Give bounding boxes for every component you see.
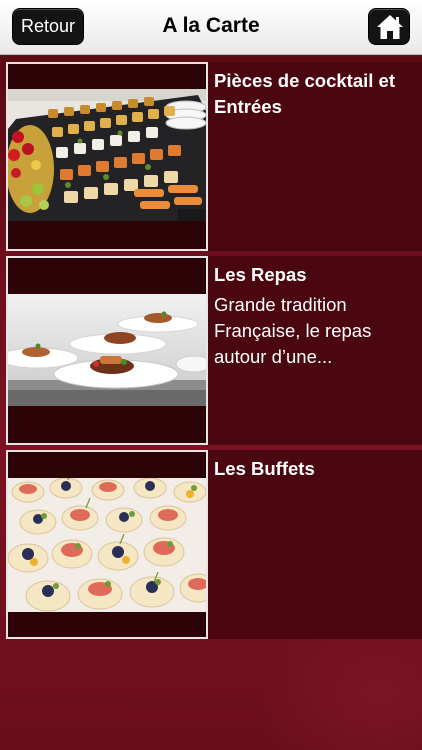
list-item-cocktail[interactable]: Pièces de cocktail et Entrées xyxy=(6,62,422,251)
back-button[interactable]: Retour xyxy=(12,8,84,45)
menu-list: Pièces de cocktail et Entrées Les Repas … xyxy=(0,56,422,750)
item-title: Les Repas xyxy=(214,264,307,285)
cocktail-photo xyxy=(8,89,206,221)
item-description: Grande tradition Française, le repas aut… xyxy=(214,294,372,367)
home-button[interactable] xyxy=(368,8,410,45)
item-title: Les Buffets xyxy=(214,458,315,479)
list-item-buffets[interactable]: Les Buffets xyxy=(6,450,422,639)
home-icon xyxy=(377,15,403,39)
list-item-repas[interactable]: Les Repas Grande tradition Française, le… xyxy=(6,256,422,445)
navigation-bar: Retour A la Carte xyxy=(0,0,422,55)
thumbnail-repas xyxy=(6,256,208,445)
repas-photo xyxy=(8,294,206,406)
item-title: Pièces de cocktail et Entrées xyxy=(214,70,395,117)
thumbnail-cocktail xyxy=(6,62,208,251)
buffets-photo xyxy=(8,478,206,612)
page-title: A la Carte xyxy=(162,14,260,37)
thumbnail-buffets xyxy=(6,450,208,639)
